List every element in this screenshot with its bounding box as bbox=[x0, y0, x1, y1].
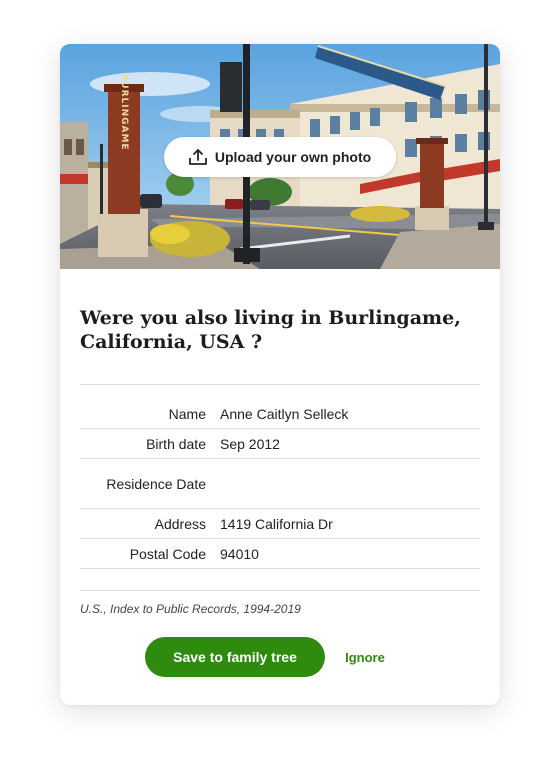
record-hint-card: BURLINGAME Upload your own photo Were yo… bbox=[60, 44, 500, 705]
upload-photo-label: Upload your own photo bbox=[214, 149, 372, 165]
detail-value: Sep 2012 bbox=[220, 435, 280, 452]
record-details-table: Name Anne Caitlyn Selleck Birth date Sep… bbox=[80, 384, 480, 569]
detail-label: Name bbox=[168, 405, 206, 422]
upload-photo-button[interactable]: Upload your own photo bbox=[164, 137, 396, 177]
detail-value: 94010 bbox=[220, 545, 259, 562]
detail-value: Anne Caitlyn Selleck bbox=[220, 405, 349, 422]
detail-label: Address bbox=[154, 515, 206, 532]
detail-row-residence-date: Residence Date bbox=[80, 458, 480, 508]
detail-row-address: Address 1419 California Dr bbox=[80, 508, 480, 538]
detail-value: 1419 California Dr bbox=[220, 515, 333, 532]
record-source: U.S., Index to Public Records, 1994-2019 bbox=[80, 590, 480, 616]
detail-row-birth-date: Birth date Sep 2012 bbox=[80, 428, 480, 458]
ignore-button[interactable]: Ignore bbox=[336, 644, 394, 670]
detail-label: Residence Date bbox=[106, 475, 206, 492]
upload-icon bbox=[188, 149, 207, 165]
detail-row-postal-code: Postal Code 94010 bbox=[80, 538, 480, 569]
location-photo: BURLINGAME Upload your own photo bbox=[60, 44, 500, 269]
detail-label: Birth date bbox=[146, 435, 206, 452]
detail-row-name: Name Anne Caitlyn Selleck bbox=[80, 384, 480, 428]
save-to-family-tree-button[interactable]: Save to family tree bbox=[145, 637, 325, 677]
detail-label: Postal Code bbox=[129, 545, 206, 562]
pillar-sign-text: BURLINGAME bbox=[119, 73, 129, 150]
hint-question: Were you also living in Burlingame, Cali… bbox=[80, 307, 461, 353]
